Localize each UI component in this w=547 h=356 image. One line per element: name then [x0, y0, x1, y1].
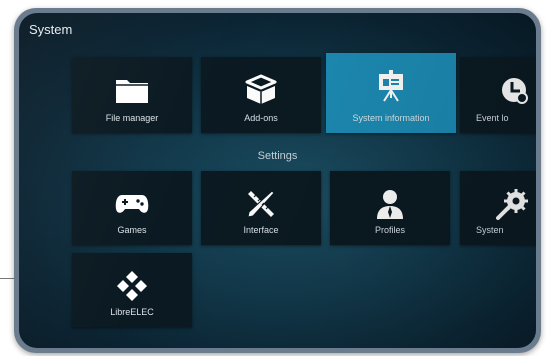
libreelec-icon: [72, 267, 192, 305]
tile-system-settings[interactable]: Systen: [460, 171, 536, 245]
open-box-icon: [201, 71, 321, 109]
tile-system-information[interactable]: System information: [326, 53, 456, 133]
user-icon: [330, 185, 450, 223]
tile-event-log[interactable]: Event lo: [460, 57, 536, 133]
folder-icon: [72, 71, 192, 109]
clock-icon: [460, 71, 536, 109]
tile-add-ons[interactable]: Add-ons: [201, 57, 321, 133]
gamepad-icon: [72, 185, 192, 223]
tile-interface[interactable]: Interface: [201, 171, 321, 245]
tile-label: Event lo: [476, 113, 509, 123]
window-title: System: [29, 22, 73, 37]
tile-label: File manager: [105, 113, 159, 123]
tile-label: System information: [352, 113, 430, 123]
tile-label: Add-ons: [244, 113, 278, 123]
kodi-screen: System File manager Add-ons System infor…: [19, 13, 536, 348]
presentation-board-icon: [326, 67, 456, 105]
tile-label: LibreELEC: [110, 307, 154, 317]
pencil-ruler-icon: [201, 185, 321, 223]
tile-label: Interface: [243, 225, 279, 235]
tile-label: Profiles: [374, 225, 405, 235]
page: h e / u o System File manager: [0, 0, 547, 356]
tile-profiles[interactable]: Profiles: [330, 171, 450, 245]
tile-libreelec[interactable]: LibreELEC: [72, 253, 192, 327]
tile-label: Games: [117, 225, 147, 235]
tile-file-manager[interactable]: File manager: [72, 57, 192, 133]
gears-icon: [460, 185, 536, 223]
tile-label: Systen: [476, 225, 504, 235]
tile-games[interactable]: Games: [72, 171, 192, 245]
settings-section-label: Settings: [257, 150, 298, 162]
